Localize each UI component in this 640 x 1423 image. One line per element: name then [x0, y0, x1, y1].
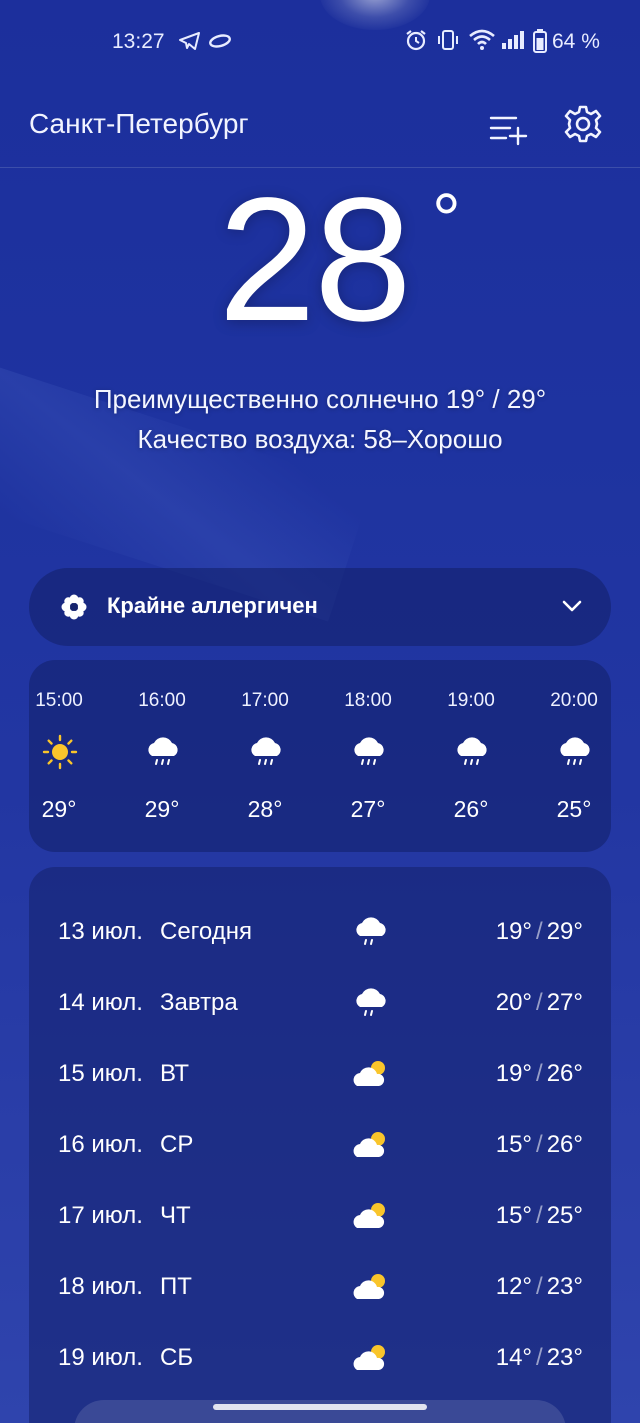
day-row[interactable]: 18 июл. ПТ 12°/23° — [29, 1257, 611, 1317]
day-name: ЧТ — [160, 1202, 191, 1229]
hour-time: 20:00 — [550, 690, 598, 711]
home-indicator[interactable] — [213, 1404, 427, 1410]
allergy-label: Крайне аллергичен — [107, 593, 318, 618]
day-row[interactable]: 13 июл. Сегодня 19°/29° — [29, 902, 611, 962]
wifi-icon — [469, 29, 495, 50]
day-low: 19° — [495, 1060, 533, 1087]
day-row[interactable]: 19 июл. СБ 14°/23° — [29, 1328, 611, 1388]
chevron-down-icon[interactable] — [561, 597, 583, 615]
current-temperature: 28 ° — [0, 172, 640, 348]
day-temps: 19°/26° — [495, 1060, 583, 1087]
rain-cloud-icon — [560, 737, 590, 765]
day-low: 20° — [495, 989, 533, 1016]
day-date: 17 июл. — [58, 1202, 143, 1229]
day-name: СБ — [160, 1344, 194, 1371]
day-date: 16 июл. — [58, 1131, 143, 1158]
rain-cloud-icon — [251, 737, 281, 765]
rain-cloud-icon — [148, 737, 178, 765]
day-row[interactable]: 15 июл. ВТ 19°/26° — [29, 1044, 611, 1104]
day-low: 14° — [495, 1344, 533, 1371]
add-location-icon[interactable] — [486, 106, 530, 150]
vibrate-icon — [438, 30, 458, 50]
day-high: 29° — [546, 918, 583, 945]
hour-item[interactable]: 16:00 29° — [117, 660, 207, 852]
hour-time: 15:00 — [35, 690, 83, 711]
app-ring-icon — [209, 34, 231, 48]
day-temps: 15°/25° — [495, 1202, 583, 1229]
alarm-icon — [406, 30, 426, 51]
gear-icon[interactable] — [563, 104, 603, 144]
daily-forecast[interactable]: 13 июл. Сегодня 19°/29° 14 июл. Завтра 2… — [29, 867, 611, 1423]
hour-time: 17:00 — [241, 690, 289, 711]
partly-cloudy-icon — [353, 1345, 385, 1370]
hour-temp: 28° — [247, 796, 283, 822]
rain-cloud-icon — [356, 988, 386, 1016]
telegram-icon — [179, 32, 200, 50]
day-name: Сегодня — [160, 918, 252, 945]
hour-item[interactable]: 19:00 26° — [426, 660, 516, 852]
partly-cloudy-icon — [353, 1274, 385, 1299]
day-low: 12° — [495, 1273, 533, 1300]
day-row[interactable]: 17 июл. ЧТ 15°/25° — [29, 1186, 611, 1246]
temperature-value: 28 — [218, 162, 412, 358]
day-row[interactable]: 14 июл. Завтра 20°/27° — [29, 973, 611, 1033]
day-high: 23° — [546, 1344, 583, 1371]
hour-time: 19:00 — [447, 690, 495, 711]
hour-temp: 29° — [41, 796, 77, 822]
hourly-forecast[interactable]: 15:00 29° 16:00 29° 17:00 28° 18:00 27° — [29, 660, 611, 852]
day-low: 15° — [495, 1202, 533, 1229]
battery-icon — [533, 29, 547, 53]
day-temps: 19°/29° — [495, 918, 583, 945]
signal-icon — [502, 31, 524, 49]
hour-temp: 29° — [144, 796, 180, 822]
battery-percent: 64 % — [552, 30, 600, 53]
partly-cloudy-icon — [353, 1203, 385, 1228]
day-name: ВТ — [160, 1060, 190, 1087]
day-low: 19° — [495, 918, 533, 945]
rain-cloud-icon — [354, 737, 384, 765]
hour-item[interactable]: 15:00 29° — [29, 660, 104, 852]
day-low: 15° — [495, 1131, 533, 1158]
allergy-card[interactable]: Крайне аллергичен — [29, 568, 611, 646]
hour-item[interactable]: 18:00 27° — [323, 660, 413, 852]
partly-cloudy-icon — [353, 1132, 385, 1157]
day-date: 15 июл. — [58, 1060, 143, 1087]
day-temps: 14°/23° — [495, 1344, 583, 1371]
day-name: Завтра — [160, 989, 238, 1016]
pollen-icon — [61, 594, 87, 620]
day-high: 26° — [546, 1131, 583, 1158]
app-header: Санкт-Петербург — [0, 90, 640, 168]
day-high: 23° — [546, 1273, 583, 1300]
day-high: 25° — [546, 1202, 583, 1229]
day-high: 27° — [546, 989, 583, 1016]
hour-temp: 26° — [453, 796, 489, 822]
day-name: ПТ — [160, 1273, 192, 1300]
city-name[interactable]: Санкт-Петербург — [29, 108, 249, 140]
rain-cloud-icon — [356, 917, 386, 945]
day-row[interactable]: 16 июл. СР 15°/26° — [29, 1115, 611, 1175]
day-temps: 20°/27° — [495, 989, 583, 1016]
hour-item[interactable]: 20:00 25° — [529, 660, 611, 852]
day-temps: 12°/23° — [495, 1273, 583, 1300]
weather-condition: Преимущественно солнечно 19° / 29° — [93, 384, 547, 414]
day-date: 14 июл. — [58, 989, 143, 1016]
air-quality[interactable]: Качество воздуха: 58–Хорошо — [0, 424, 640, 455]
day-high: 26° — [546, 1060, 583, 1087]
hour-temp: 27° — [350, 796, 386, 822]
hour-time: 18:00 — [344, 690, 392, 711]
day-date: 18 июл. — [58, 1273, 143, 1300]
sun-icon — [42, 734, 78, 770]
day-name: СР — [160, 1131, 194, 1158]
partly-cloudy-icon — [353, 1061, 385, 1086]
day-temps: 15°/26° — [495, 1131, 583, 1158]
status-bar: 13:27 64 % — [0, 0, 640, 84]
status-time: 13:27 — [112, 30, 165, 53]
day-date: 19 июл. — [58, 1344, 143, 1371]
day-date: 13 июл. — [58, 918, 143, 945]
hour-temp: 25° — [556, 796, 592, 822]
rain-cloud-icon — [457, 737, 487, 765]
hour-time: 16:00 — [138, 690, 186, 711]
hour-item[interactable]: 17:00 28° — [220, 660, 310, 852]
temperature-degree: ° — [432, 180, 461, 260]
